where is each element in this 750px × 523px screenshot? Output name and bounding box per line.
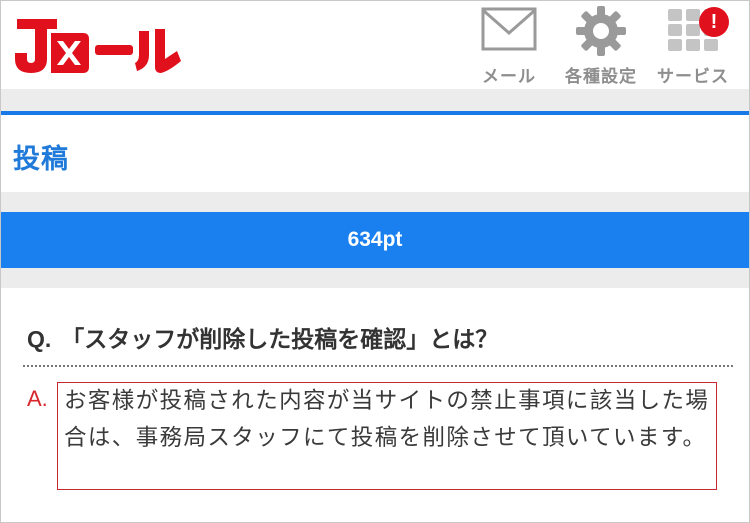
- faq-question: Q. 「スタッフが削除した投稿を確認」とは？: [27, 320, 498, 354]
- title-bar: 投稿: [1, 115, 749, 192]
- gear-icon: [576, 6, 626, 56]
- separator: [1, 268, 749, 288]
- header: メール 各種設定 ! サービス: [1, 1, 749, 89]
- jmail-logo[interactable]: [11, 15, 187, 77]
- question-text: 「スタッフが削除した投稿を確認」とは？: [61, 327, 499, 353]
- answer-prefix: A.: [27, 386, 48, 411]
- dotted-divider: [23, 365, 733, 367]
- separator: [1, 192, 749, 212]
- faq-item: Q. 「スタッフが削除した投稿を確認」とは？ A. お客様が投稿された内容が当サイ…: [1, 288, 749, 522]
- nav-settings-label: 各種設定: [565, 67, 637, 87]
- answer-text: お客様が投稿された内容が当サイトの禁止事項に該当した場合は、事務局スタッフにて投…: [64, 388, 710, 451]
- mail-icon: [481, 7, 537, 51]
- nav-service-label: サービス: [657, 67, 729, 87]
- page-frame: メール 各種設定 ! サービス 投稿 634pt Q. 「スタッフが削除した投稿…: [0, 0, 750, 523]
- answer-box: お客様が投稿された内容が当サイトの禁止事項に該当した場合は、事務局スタッフにて投…: [57, 382, 717, 490]
- separator: [1, 89, 749, 111]
- nav-service[interactable]: ! サービス: [651, 7, 735, 87]
- nav-mail[interactable]: メール: [467, 7, 551, 87]
- notification-badge: !: [699, 7, 729, 37]
- points-display: 634pt: [1, 212, 749, 268]
- page-title: 投稿: [13, 144, 69, 175]
- question-prefix: Q.: [27, 326, 52, 352]
- nav-settings[interactable]: 各種設定: [559, 6, 643, 87]
- nav-mail-label: メール: [482, 67, 536, 87]
